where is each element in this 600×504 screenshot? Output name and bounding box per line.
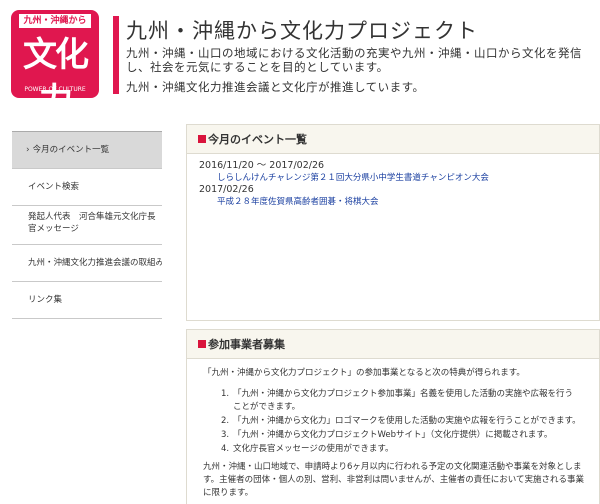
sidebar-item-initiatives[interactable]: 九州・沖縄文化力推進会議の取組み	[12, 244, 162, 281]
list-item: 3. 「九州・沖縄から文化力プロジェクトWebサイト」（文化庁提供）に掲載されま…	[221, 429, 587, 442]
sidebar-item-label: イベント検索	[28, 182, 80, 192]
events-panel: 今月のイベント一覧 2016/11/20 〜 2017/02/26 しらしんけん…	[186, 124, 600, 321]
benefits-list: 1. 「九州・沖縄から文化力プロジェクト参加事業」名義を使用した活動の実施や広報…	[199, 388, 587, 456]
list-number: 2.	[221, 416, 230, 426]
list-text: 文化庁長官メッセージの使用ができます。	[233, 444, 394, 454]
list-number: 4.	[221, 444, 230, 454]
sidebar-item-monthly-events[interactable]: › 今月のイベント一覧	[12, 131, 162, 168]
sidebar-item-label: リンク集	[28, 295, 63, 305]
events-list: 2016/11/20 〜 2017/02/26 しらしんけんチャレンジ第２１回大…	[187, 153, 599, 320]
sidebar-item-label: 今月のイベント一覧	[32, 145, 110, 155]
list-text: 「九州・沖縄から文化力プロジェクトWebサイト」（文化庁提供）に掲載されます。	[233, 430, 553, 440]
sidebar-divider	[12, 318, 162, 319]
events-heading-text: 今月のイベント一覧	[208, 133, 307, 146]
list-text: 「九州・沖縄から文化力」ロゴマークを使用した活動の実施や広報を行うことができます…	[233, 416, 581, 426]
list-item: 2. 「九州・沖縄から文化力」ロゴマークを使用した活動の実施や広報を行うことがで…	[221, 415, 587, 428]
list-item: 1. 「九州・沖縄から文化力プロジェクト参加事業」名義を使用した活動の実施や広報…	[221, 388, 587, 414]
partners-panel: 参加事業者募集 「九州・沖縄から文化力プロジェクト」の参加事業となると次の特典が…	[186, 329, 600, 504]
partners-note: 九州・沖縄・山口地域で、申請時より6ヶ月以内に行われる予定の文化関連活動や事業を…	[203, 462, 584, 498]
site-description-2: 九州・沖縄文化力推進会議と文化庁が推進しています。	[126, 80, 425, 94]
event-date: 2016/11/20 〜 2017/02/26	[199, 160, 325, 171]
site-description: 九州・沖縄・山口の地域における文化活動の充実や九州・沖縄・山口から文化を発信し、…	[126, 46, 582, 74]
list-text: 「九州・沖縄から文化力プロジェクト参加事業」名義を使用した活動の実施や広報を行う…	[233, 389, 574, 412]
sidebar-item-message[interactable]: 発起人代表 河合隼雄元文化庁長官メッセージ	[12, 205, 162, 244]
events-heading: 今月のイベント一覧	[187, 125, 599, 155]
sidebar-nav: › 今月のイベント一覧 イベント検索 発起人代表 河合隼雄元文化庁長官メッセージ …	[12, 131, 162, 319]
partners-body: 「九州・沖縄から文化力プロジェクト」の参加事業となると次の特典が得られます。 1…	[187, 358, 599, 504]
list-number: 3.	[221, 430, 230, 440]
site-title: 九州・沖縄から文化力プロジェクト	[126, 19, 478, 43]
list-item: 4. 文化庁長官メッセージの使用ができます。	[221, 443, 587, 456]
square-bullet-icon	[198, 135, 206, 143]
event-date: 2017/02/26	[199, 184, 254, 195]
title-accent-bar	[113, 16, 119, 94]
logo-top-text: 九州・沖縄から	[19, 14, 91, 28]
sidebar-item-label: 九州・沖縄文化力推進会議の取組み	[28, 258, 162, 268]
site-logo[interactable]: 九州・沖縄から 文化力 POWER OF CULTURE	[11, 10, 99, 98]
sidebar-item-label: 発起人代表 河合隼雄元文化庁長官メッセージ	[28, 212, 156, 234]
logo-sub-text: POWER OF CULTURE	[24, 86, 86, 93]
partners-heading: 参加事業者募集	[187, 330, 599, 360]
event-link[interactable]: しらしんけんチャレンジ第２１回大分県小中学生書道チャンピオン大会	[199, 172, 587, 184]
square-bullet-icon	[198, 340, 206, 348]
partners-intro: 「九州・沖縄から文化力プロジェクト」の参加事業となると次の特典が得られます。	[203, 368, 525, 378]
chevron-right-icon: ›	[26, 145, 30, 155]
partners-heading-text: 参加事業者募集	[208, 338, 285, 351]
list-number: 1.	[221, 389, 230, 399]
event-link[interactable]: 平成２８年度佐賀県高齢者囲碁・将棋大会	[199, 196, 587, 208]
sidebar-item-event-search[interactable]: イベント検索	[12, 168, 162, 205]
sidebar-item-links[interactable]: リンク集	[12, 281, 162, 318]
